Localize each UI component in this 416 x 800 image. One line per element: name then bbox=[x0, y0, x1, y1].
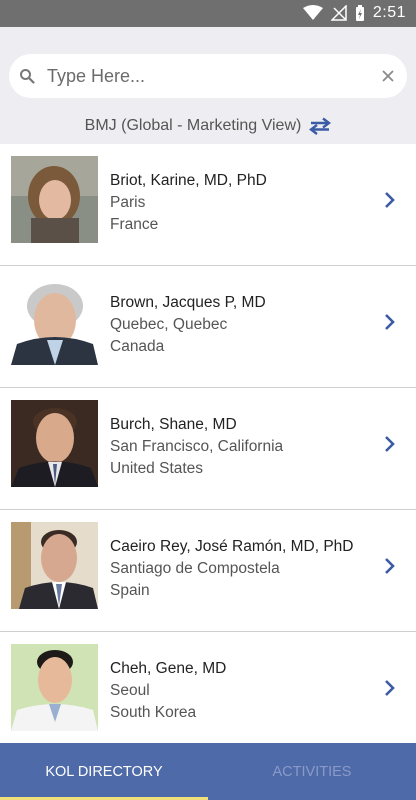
person-name: Caeiro Rey, José Ramón, MD, PhD bbox=[110, 538, 354, 555]
chevron-right-icon[interactable] bbox=[384, 435, 396, 453]
avatar bbox=[11, 156, 98, 243]
source-selector[interactable]: BMJ (Global - Marketing View) bbox=[0, 113, 416, 139]
chevron-right-icon[interactable] bbox=[384, 313, 396, 331]
no-signal-icon bbox=[330, 5, 347, 21]
battery-charging-icon bbox=[355, 4, 364, 21]
tab-kol-directory[interactable]: KOL DIRECTORY bbox=[0, 743, 208, 800]
person-city: Paris bbox=[110, 194, 146, 211]
person-country: United States bbox=[110, 460, 204, 477]
close-icon[interactable] bbox=[381, 69, 395, 83]
avatar bbox=[11, 278, 98, 365]
person-city: Quebec, Quebec bbox=[110, 316, 228, 333]
person-city: Santiago de Compostela bbox=[110, 560, 280, 577]
person-name: Burch, Shane, MD bbox=[110, 416, 237, 433]
avatar bbox=[11, 400, 98, 487]
source-label: BMJ (Global - Marketing View) bbox=[84, 117, 302, 134]
person-city: San Francisco, California bbox=[110, 438, 284, 455]
swap-icon[interactable] bbox=[309, 117, 332, 135]
person-name: Cheh, Gene, MD bbox=[110, 660, 227, 677]
person-name: Briot, Karine, MD, PhD bbox=[110, 172, 267, 189]
chevron-right-icon[interactable] bbox=[384, 557, 396, 575]
avatar bbox=[11, 644, 98, 731]
avatar bbox=[11, 522, 98, 609]
search-input[interactable] bbox=[47, 64, 367, 88]
status-bar: 2:51 bbox=[0, 0, 416, 27]
search-icon bbox=[20, 69, 35, 84]
person-country: South Korea bbox=[110, 704, 197, 721]
person-city: Seoul bbox=[110, 682, 150, 699]
search-box[interactable] bbox=[9, 54, 407, 98]
person-country: France bbox=[110, 216, 159, 233]
list-item[interactable]: Briot, Karine, MD, PhD Paris France bbox=[0, 144, 416, 266]
bottom-tab-bar: KOL DIRECTORY ACTIVITIES bbox=[0, 743, 416, 800]
list-item[interactable]: Burch, Shane, MD San Francisco, Californ… bbox=[0, 388, 416, 510]
list-item[interactable]: Cheh, Gene, MD Seoul South Korea bbox=[0, 632, 416, 743]
list-item[interactable]: Brown, Jacques P, MD Quebec, Quebec Cana… bbox=[0, 266, 416, 388]
person-name: Brown, Jacques P, MD bbox=[110, 294, 266, 311]
wifi-icon bbox=[302, 5, 323, 20]
chevron-right-icon[interactable] bbox=[384, 191, 396, 209]
person-country: Canada bbox=[110, 338, 165, 355]
status-time: 2:51 bbox=[372, 4, 406, 21]
tab-activities[interactable]: ACTIVITIES bbox=[208, 743, 416, 800]
person-country: Spain bbox=[110, 582, 150, 599]
list-item[interactable]: Caeiro Rey, José Ramón, MD, PhD Santiago… bbox=[0, 510, 416, 632]
chevron-right-icon[interactable] bbox=[384, 679, 396, 697]
header-area: BMJ (Global - Marketing View) bbox=[0, 27, 416, 144]
kol-list[interactable]: Briot, Karine, MD, PhD Paris France Brow… bbox=[0, 144, 416, 743]
